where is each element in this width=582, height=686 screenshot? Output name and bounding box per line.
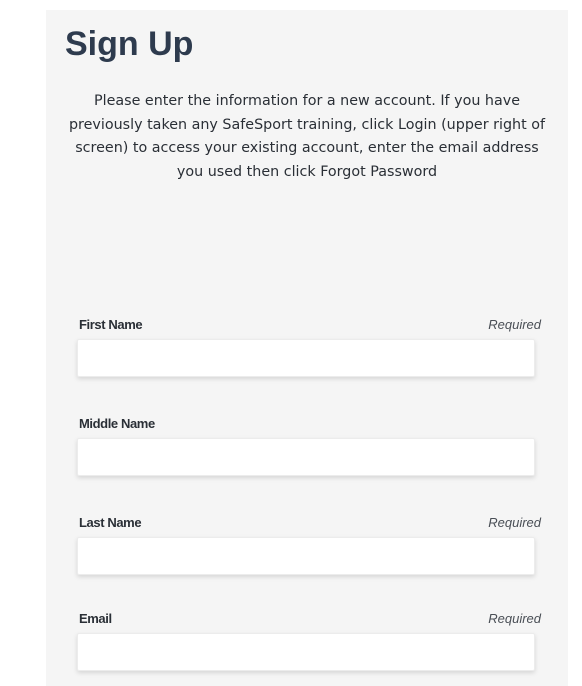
first-name-input[interactable] [77, 339, 535, 377]
middle-name-field: Middle Name [77, 415, 537, 476]
last-name-field: Last Name Required [77, 514, 541, 575]
email-required-hint: Required [488, 611, 541, 626]
first-name-required-hint: Required [488, 317, 541, 332]
intro-text: Please enter the information for a new a… [68, 93, 546, 180]
first-name-field: First Name Required [77, 316, 541, 377]
signup-panel: Sign Up Please enter the information for… [46, 10, 568, 686]
email-label: Email [79, 611, 112, 626]
middle-name-label-row: Middle Name [77, 415, 537, 433]
email-field: Email Required [77, 610, 541, 671]
middle-name-input[interactable] [77, 438, 535, 476]
email-label-row: Email Required [77, 610, 541, 628]
last-name-label-row: Last Name Required [77, 514, 541, 532]
email-input[interactable] [77, 633, 535, 671]
first-name-label-row: First Name Required [77, 316, 541, 334]
first-name-label: First Name [79, 317, 143, 332]
middle-name-label: Middle Name [79, 416, 155, 431]
last-name-label: Last Name [79, 515, 142, 530]
last-name-required-hint: Required [488, 515, 541, 530]
page-title: Sign Up [65, 25, 194, 63]
last-name-input[interactable] [77, 537, 535, 575]
